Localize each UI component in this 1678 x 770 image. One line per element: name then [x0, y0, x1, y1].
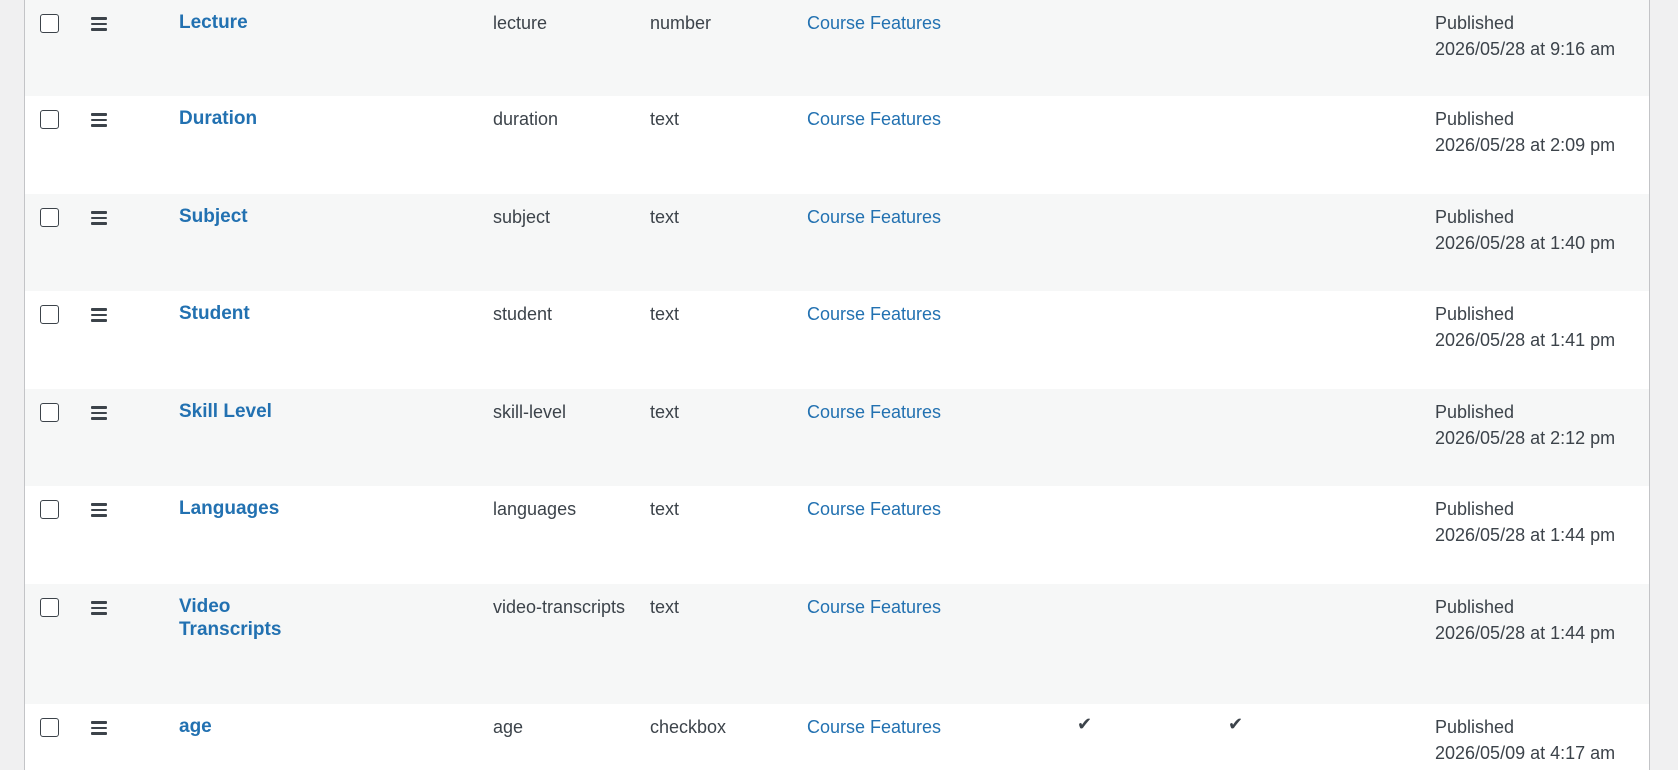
table-row: Video Transcripts video-transcripts text Cou… — [25, 584, 1649, 704]
table-row: age age checkbox Course Features ✔ ✔ Published… — [25, 704, 1649, 770]
field-status: Published 2026/05/28 at 1:44 pm — [1435, 594, 1645, 646]
field-title-link[interactable]: Video Transcripts — [179, 595, 309, 641]
field-title-line[interactable]: Transcripts — [179, 618, 309, 641]
drag-handle-icon[interactable] — [91, 721, 107, 735]
status-date: 2026/05/28 at 2:09 pm — [1435, 135, 1616, 155]
drag-handle-icon[interactable] — [91, 211, 107, 225]
field-type: text — [650, 109, 680, 129]
status-date: 2026/05/28 at 1:41 pm — [1435, 330, 1616, 350]
checkmark-icon: ✔ — [1077, 714, 1093, 734]
field-title-line[interactable]: Subject — [179, 205, 309, 228]
field-slug: lecture — [493, 13, 548, 33]
checkmark-icon: ✔ — [1228, 714, 1244, 734]
row-select-checkbox[interactable] — [40, 500, 59, 519]
status-label: Published — [1435, 402, 1515, 422]
row-select-checkbox[interactable] — [40, 598, 59, 617]
field-status: Published 2026/05/28 at 1:41 pm — [1435, 301, 1645, 353]
field-group-link[interactable]: Course Features — [807, 301, 1007, 327]
field-status: Published 2026/05/28 at 2:12 pm — [1435, 399, 1645, 451]
field-slug: video-transcripts — [493, 597, 626, 617]
field-title-line[interactable]: Student — [179, 302, 309, 325]
drag-handle-icon[interactable] — [91, 503, 107, 517]
field-type: text — [650, 304, 680, 324]
field-slug: age — [493, 717, 524, 737]
row-select-checkbox[interactable] — [40, 718, 59, 737]
field-type: text — [650, 402, 680, 422]
field-title-link[interactable]: Languages — [179, 497, 309, 520]
drag-handle-icon[interactable] — [91, 406, 107, 420]
field-slug: student — [493, 304, 553, 324]
field-title-line[interactable]: age — [179, 715, 309, 738]
field-status: Published 2026/05/09 at 4:17 am — [1435, 714, 1645, 766]
field-group-link[interactable]: Course Features — [807, 714, 1007, 740]
table-row: Skill Level skill-level text Course Feature… — [25, 389, 1649, 486]
drag-handle-icon[interactable] — [91, 113, 107, 127]
status-label: Published — [1435, 109, 1515, 129]
field-slug: duration — [493, 109, 559, 129]
field-title-link[interactable]: Student — [179, 302, 309, 325]
field-group-link[interactable]: Course Features — [807, 204, 1007, 230]
field-type: checkbox — [650, 717, 727, 737]
field-status: Published 2026/05/28 at 9:16 am — [1435, 10, 1645, 62]
field-group-link[interactable]: Course Features — [807, 594, 1007, 620]
drag-handle-icon[interactable] — [91, 17, 107, 31]
field-title-line[interactable]: Skill Level — [179, 400, 309, 423]
row-select-checkbox[interactable] — [40, 305, 59, 324]
field-list-table: Lecture lecture number Course Features Publi… — [24, 0, 1650, 770]
field-title-line[interactable]: Duration — [179, 107, 309, 130]
status-label: Published — [1435, 499, 1515, 519]
field-group-link[interactable]: Course Features — [807, 496, 1007, 522]
status-date: 2026/05/28 at 1:40 pm — [1435, 233, 1616, 253]
status-date: 2026/05/09 at 4:17 am — [1435, 743, 1616, 763]
field-slug: skill-level — [493, 402, 567, 422]
status-label: Published — [1435, 304, 1515, 324]
field-group-link[interactable]: Course Features — [807, 10, 1007, 36]
table-row: Student student text Course Features Publish… — [25, 291, 1649, 389]
field-status: Published 2026/05/28 at 1:44 pm — [1435, 496, 1645, 548]
status-date: 2026/05/28 at 9:16 am — [1435, 39, 1616, 59]
table-row: Duration duration text Course Features Publi… — [25, 96, 1649, 194]
status-date: 2026/05/28 at 1:44 pm — [1435, 525, 1616, 545]
table-row: Lecture lecture number Course Features Publi… — [25, 0, 1649, 96]
field-type: text — [650, 597, 680, 617]
drag-handle-icon[interactable] — [91, 308, 107, 322]
field-group-link[interactable]: Course Features — [807, 399, 1007, 425]
status-label: Published — [1435, 717, 1515, 737]
field-title-link[interactable]: Lecture — [179, 11, 309, 34]
status-label: Published — [1435, 207, 1515, 227]
field-title-link[interactable]: Subject — [179, 205, 309, 228]
table-row: Subject subject text Course Features Publish… — [25, 194, 1649, 291]
field-title-link[interactable]: Duration — [179, 107, 309, 130]
field-slug: languages — [493, 499, 577, 519]
field-title-link[interactable]: Skill Level — [179, 400, 309, 423]
field-title-link[interactable]: age — [179, 715, 309, 738]
drag-handle-icon[interactable] — [91, 601, 107, 615]
field-title-line[interactable]: Lecture — [179, 11, 309, 34]
status-date: 2026/05/28 at 2:12 pm — [1435, 428, 1616, 448]
row-select-checkbox[interactable] — [40, 403, 59, 422]
field-type: number — [650, 13, 712, 33]
field-status: Published 2026/05/28 at 2:09 pm — [1435, 106, 1645, 158]
field-title-line[interactable]: Video — [179, 595, 309, 618]
field-type: text — [650, 207, 680, 227]
row-select-checkbox[interactable] — [40, 208, 59, 227]
field-title-line[interactable]: Languages — [179, 497, 309, 520]
row-select-checkbox[interactable] — [40, 14, 59, 33]
status-label: Published — [1435, 597, 1515, 617]
field-type: text — [650, 499, 680, 519]
status-label: Published — [1435, 13, 1515, 33]
field-status: Published 2026/05/28 at 1:40 pm — [1435, 204, 1645, 256]
row-select-checkbox[interactable] — [40, 110, 59, 129]
field-group-link[interactable]: Course Features — [807, 106, 1007, 132]
status-date: 2026/05/28 at 1:44 pm — [1435, 623, 1616, 643]
field-slug: subject — [493, 207, 551, 227]
table-row: Languages languages text Course Features Pub… — [25, 486, 1649, 584]
